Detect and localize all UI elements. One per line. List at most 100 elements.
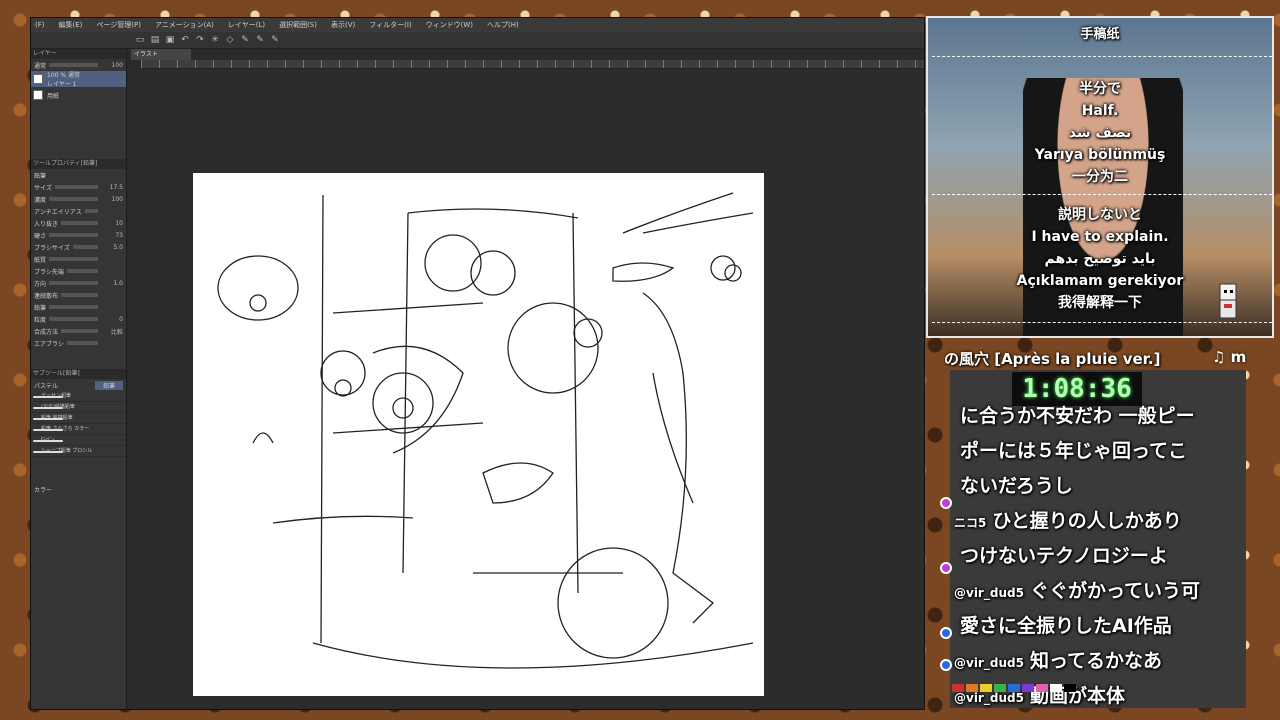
menu-item[interactable]: ページ管理(P) — [96, 18, 141, 32]
chat-message: ないだろうし — [954, 470, 1244, 505]
chat-username: @vir_dud5 — [954, 656, 1024, 670]
prop-label: 合成方法 — [34, 328, 59, 336]
prop-slider[interactable] — [49, 233, 98, 237]
pen-icon[interactable]: ✎ — [269, 34, 281, 46]
prop-row[interactable]: 入り抜き 10 — [31, 217, 126, 229]
prop-slider[interactable] — [61, 293, 98, 297]
layer-subname: レイヤー 1 — [47, 81, 77, 88]
chat-message: つけないテクノロジーよ — [954, 540, 1244, 575]
prop-row[interactable]: 合成方法 比較 — [31, 325, 126, 337]
subtitle-block-a: 半分で Half. نصف شد Yarıya bölünmüş 一分为二 — [928, 78, 1272, 188]
pixel-mascot-icon — [1219, 283, 1237, 319]
prop-label: 方向 — [34, 280, 47, 288]
prop-value: 17.5 — [109, 183, 123, 191]
brush-item[interactable]: Gペン — [31, 435, 126, 446]
brush-item[interactable]: シャープ鉛筆 ブロシル — [31, 446, 126, 457]
document-tab[interactable]: イラスト — [131, 49, 191, 60]
redo-icon[interactable]: ↷ — [194, 34, 206, 46]
brush-item[interactable]: (やや)絵描鉛筆 — [31, 402, 126, 413]
prop-label: 粒度 — [34, 316, 47, 324]
menu-item[interactable]: ヘルプ(H) — [487, 18, 519, 32]
prop-slider[interactable] — [49, 317, 98, 321]
chat-avatar-icon — [940, 562, 952, 574]
prop-row[interactable]: ブラシサイズ 5.0 — [31, 241, 126, 253]
brush-item[interactable]: 鉛筆 さらさら カラー — [31, 424, 126, 435]
chat-text: 知ってるかなあ — [1029, 650, 1162, 672]
subtitle-line: I have to explain. — [1031, 229, 1169, 245]
prop-row[interactable]: サイズ 17.5 — [31, 181, 126, 193]
menu-item[interactable]: 編集(E) — [59, 18, 83, 32]
color-mode-select[interactable]: カラー — [34, 485, 52, 494]
prop-row[interactable]: アンチエイリアス — [31, 205, 126, 217]
menu-item[interactable]: 選択範囲(S) — [279, 18, 317, 32]
color-palette — [952, 684, 1076, 692]
palette-swatch[interactable] — [952, 684, 964, 692]
prop-slider[interactable] — [49, 257, 98, 261]
prop-slider[interactable] — [49, 281, 98, 285]
opacity-slider[interactable] — [49, 63, 98, 67]
menu-item[interactable]: (F) — [35, 18, 45, 32]
menu-item[interactable]: レイヤー(L) — [228, 18, 265, 32]
subtitle-line: Yarıya bölünmüş — [1034, 147, 1166, 163]
palette-swatch[interactable] — [1022, 684, 1034, 692]
prop-row[interactable]: 連続散布 — [31, 289, 126, 301]
music-note-icon: ♫ m — [1212, 348, 1247, 366]
left-panel: レイヤー 通常 100 100 % 通常 レイヤー 1 用紙 ツールプロパティ[… — [31, 49, 127, 709]
prop-row[interactable]: 粒度 0 — [31, 313, 126, 325]
layer-row[interactable]: 用紙 — [31, 87, 126, 103]
prop-slider[interactable] — [49, 305, 98, 309]
palette-swatch[interactable] — [966, 684, 978, 692]
transform-icon[interactable]: ◇ — [224, 34, 236, 46]
prop-row[interactable]: 硬さ 73 — [31, 229, 126, 241]
prop-slider[interactable] — [72, 245, 98, 249]
palette-swatch[interactable] — [1050, 684, 1062, 692]
palette-swatch[interactable] — [1036, 684, 1048, 692]
select-icon[interactable]: ✳ — [209, 34, 221, 46]
color-mode-row[interactable]: カラー — [31, 483, 126, 495]
prop-row[interactable]: 濃度 100 — [31, 193, 126, 205]
canvas-area[interactable] — [137, 69, 924, 709]
pen-icon[interactable]: ✎ — [239, 34, 251, 46]
prop-label: 連続散布 — [34, 292, 59, 300]
prop-row[interactable]: 鉛筆 — [31, 301, 126, 313]
open-icon[interactable]: ▤ — [149, 34, 161, 46]
blend-mode-select[interactable]: 通常 — [34, 61, 46, 70]
palette-swatch[interactable] — [980, 684, 992, 692]
prop-slider[interactable] — [54, 185, 98, 189]
menu-item[interactable]: アニメーション(A) — [155, 18, 214, 32]
prop-slider[interactable] — [61, 329, 98, 333]
save-icon[interactable]: ▣ — [164, 34, 176, 46]
prop-row[interactable]: 方向 1.0 — [31, 277, 126, 289]
prop-row[interactable]: ブラシ先端 — [31, 265, 126, 277]
prop-label: 入り抜き — [34, 220, 59, 228]
chat-message: @vir_dud5 知ってるかなあ — [954, 645, 1244, 680]
prop-row[interactable]: 紙質 — [31, 253, 126, 265]
pen-icon[interactable]: ✎ — [254, 34, 266, 46]
brush-item[interactable]: 鉛筆 絵描鉛筆 — [31, 413, 126, 424]
prop-slider[interactable] — [84, 209, 98, 213]
tab-pencil[interactable]: 鉛筆 — [94, 380, 123, 390]
chat-text: 愛さに全振りしたAI作品 — [960, 615, 1172, 637]
prop-slider[interactable] — [66, 341, 98, 345]
webcam-overlay: 手稿纸 半分で Half. نصف شد Yarıya bölünmüş 一分为… — [926, 16, 1274, 338]
brush-item[interactable]: デッサン鉛筆 — [31, 391, 126, 402]
palette-swatch[interactable] — [1008, 684, 1020, 692]
menu-bar: (F) 編集(E) ページ管理(P) アニメーション(A) レイヤー(L) 選択… — [31, 18, 924, 32]
menu-item[interactable]: フィルター(I) — [369, 18, 411, 32]
prop-slider[interactable] — [66, 269, 98, 273]
subtool-tabs: パステル 鉛筆 — [31, 379, 126, 391]
prop-label: アンチエイリアス — [34, 208, 82, 216]
prop-slider[interactable] — [49, 197, 98, 201]
new-icon[interactable]: ▭ — [134, 34, 146, 46]
menu-item[interactable]: 表示(V) — [331, 18, 355, 32]
drawing-canvas[interactable] — [193, 173, 764, 696]
tab-pastel[interactable]: パステル — [34, 381, 58, 390]
undo-icon[interactable]: ↶ — [179, 34, 191, 46]
menu-item[interactable]: ウィンドウ(W) — [426, 18, 473, 32]
palette-swatch[interactable] — [994, 684, 1006, 692]
palette-swatch[interactable] — [1064, 684, 1076, 692]
prop-value: 1.0 — [113, 279, 123, 287]
prop-slider[interactable] — [61, 221, 98, 225]
prop-row[interactable]: エアブラシ — [31, 337, 126, 349]
layer-row[interactable]: 100 % 通常 レイヤー 1 — [31, 71, 126, 88]
